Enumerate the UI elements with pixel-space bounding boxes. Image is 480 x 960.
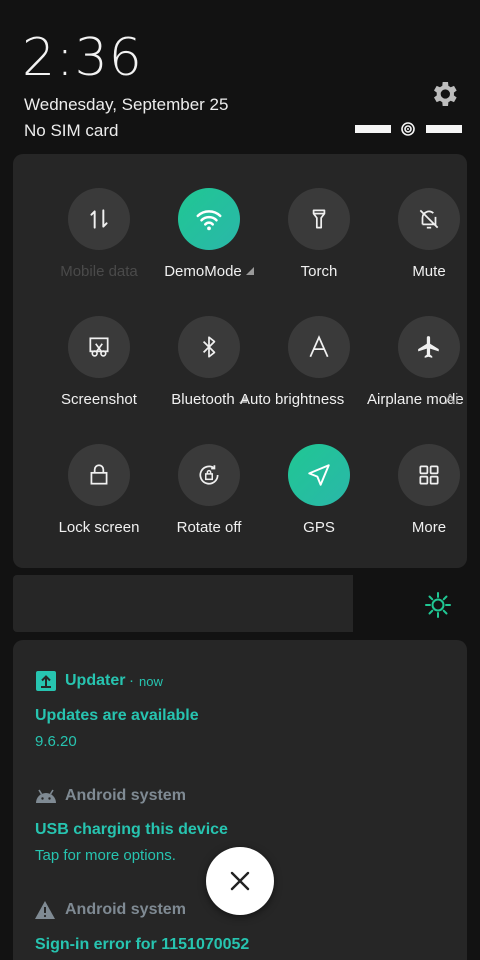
- notification-text: Tap for more options.: [35, 847, 176, 864]
- clear-notifications-button[interactable]: [206, 847, 274, 915]
- sim-status: No SIM card: [24, 121, 119, 140]
- data-arrows-icon: [68, 188, 130, 250]
- clock: 2:36: [22, 28, 143, 88]
- tile-demomode-wifi[interactable]: DemoMode: [153, 188, 263, 298]
- tile-mute[interactable]: Mute: [373, 188, 480, 298]
- android-icon: [36, 789, 56, 803]
- tile-label: More: [411, 519, 447, 536]
- tile-label: Auto brightness: [240, 391, 345, 408]
- brightness-slider[interactable]: [13, 575, 353, 632]
- screenshot-icon: [68, 316, 130, 378]
- tile-mobile-data[interactable]: Mobile data: [43, 188, 153, 298]
- brightness-sun-icon[interactable]: [424, 591, 452, 619]
- bluetooth-icon: [178, 316, 240, 378]
- tile-label: Mute: [412, 263, 446, 280]
- notification-app-name: Android system: [65, 787, 186, 804]
- tile-bluetooth[interactable]: Bluetooth: [153, 316, 263, 426]
- wifi-icon: [178, 188, 240, 250]
- notification-text: 9.6.20: [35, 733, 77, 750]
- notification-title[interactable]: USB charging this device: [35, 821, 228, 839]
- tile-label: Bluetooth: [171, 391, 235, 408]
- gps-icon: [288, 444, 350, 506]
- airplane-icon: [398, 316, 460, 378]
- tile-label: DemoMode: [164, 263, 242, 280]
- settings-gear-icon[interactable]: [428, 78, 460, 110]
- tile-gps[interactable]: GPS: [263, 444, 373, 554]
- grid-icon: [398, 444, 460, 506]
- tile-rotate-off[interactable]: Rotate off: [153, 444, 263, 554]
- tile-lock-screen[interactable]: Lock screen: [43, 444, 153, 554]
- dot-separator: ·: [129, 672, 134, 689]
- hotspot-icon: [401, 122, 415, 136]
- warning-icon: [35, 901, 55, 919]
- battery-bar-icon: [426, 125, 462, 133]
- close-icon: [230, 871, 250, 891]
- upload-icon: [36, 671, 56, 691]
- next-page-tile-label: Ai: [445, 391, 459, 408]
- notification-title[interactable]: Updates are available: [35, 707, 199, 725]
- quick-settings-panel: Mobile data DemoMode Torch Mute Screensh…: [13, 154, 467, 568]
- tile-screenshot[interactable]: Screenshot: [43, 316, 153, 426]
- tile-more[interactable]: More: [373, 444, 480, 554]
- lock-icon: [68, 444, 130, 506]
- status-area: 2:36 Wednesday, September 25 No SIM card: [0, 0, 480, 150]
- notification-app-name: Updater: [65, 672, 126, 689]
- notification-time: now: [139, 674, 163, 689]
- torch-icon: [288, 188, 350, 250]
- auto-brightness-icon: [288, 316, 350, 378]
- tile-torch[interactable]: Torch: [263, 188, 373, 298]
- notification-title[interactable]: Sign-in error for 1151070052: [35, 936, 249, 954]
- tile-auto-brightness[interactable]: Auto brightness: [240, 316, 373, 426]
- rotate-lock-icon: [178, 444, 240, 506]
- notification-app-name: Android system: [65, 901, 186, 918]
- date-label: Wednesday, September 25: [24, 95, 229, 114]
- signal-bar-icon: [355, 125, 391, 133]
- bell-off-icon: [398, 188, 460, 250]
